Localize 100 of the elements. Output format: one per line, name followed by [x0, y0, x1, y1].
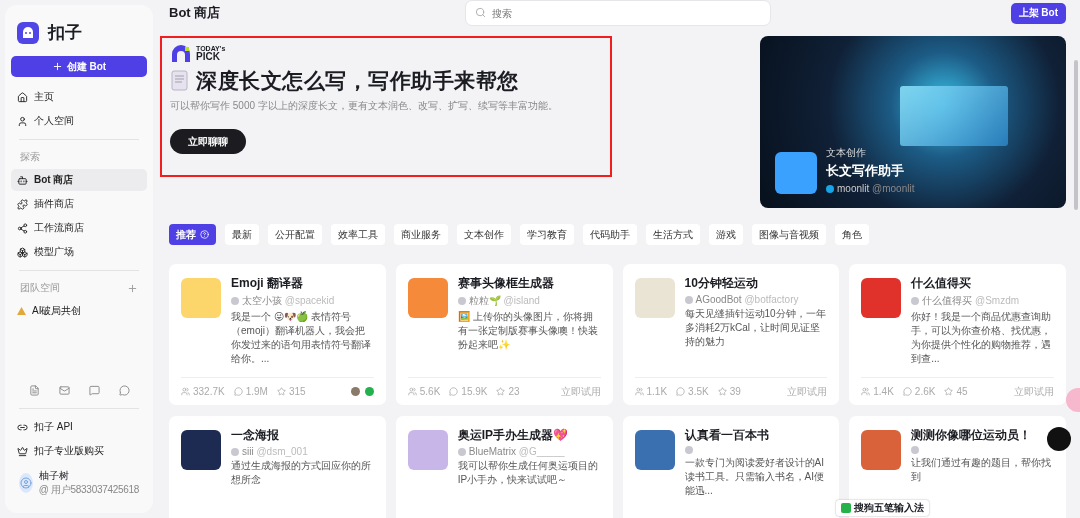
bot-description: 你好！我是一个商品优惠查询助手，可以为你查价格、找优惠，为你提供个性化的购物推荐，遇到查...: [911, 310, 1053, 366]
bot-card[interactable]: 什么值得买 什么值得买 @Smzdm 你好！我是一个商品优惠查询助手，可以为你查价格、找优惠，为你提供个性化的购物推荐，遇到查... 1.4K 2.6K 45 立即试用: [849, 264, 1066, 405]
nav-item[interactable]: 工作流商店: [11, 217, 147, 239]
bot-title: Emoji 翻译器: [231, 275, 304, 292]
bot-title: 奥运IP手办生成器💖: [457, 427, 570, 444]
hero-description: 可以帮你写作 5000 字以上的深度长文，更有文本润色、改写、扩写、续写等丰富功能。: [170, 99, 559, 113]
sidebar-link[interactable]: 扣子 API: [11, 416, 147, 438]
logo-icon: [17, 21, 39, 44]
bot-card[interactable]: 赛事头像框生成器 粒粒🌱 @island 🖼 上传你的头像图片，你将拥有一张定制版赛事头像噢！快装扮起来吧✨ 5.6K 15.9K 23 立即试用: [395, 264, 613, 405]
category-tab[interactable]: 角色: [835, 224, 869, 245]
users-icon: [861, 387, 871, 396]
author-avatar-icon: [911, 446, 920, 454]
message-icon[interactable]: [118, 385, 130, 396]
chats-count: 2.6K: [914, 386, 936, 397]
bot-author: 粒粒🌱 @island: [468, 294, 540, 308]
bot-description: 让我们通过有趣的题目，帮你找到: [911, 456, 1053, 484]
bot-card[interactable]: Emoji 翻译器 太空小孩 @spacekid 我是一个 😜🐶🍏 表情符号（emoji）翻译机器人，我会把你发过来的语句用表情符号翻译给你。... 332.7K 1.9M 315: [169, 264, 386, 405]
user-name: 柚子树: [38, 469, 70, 483]
users-count: 5.6K: [419, 386, 441, 397]
author-avatar-icon: [911, 297, 920, 305]
users-icon: [634, 387, 644, 396]
user-icon: [17, 115, 28, 127]
category-tab[interactable]: 生活方式: [646, 224, 700, 245]
author-avatar-icon: [457, 297, 466, 305]
bot-title: 10分钟轻运动: [684, 275, 759, 292]
nav-item[interactable]: 个人空间: [11, 110, 147, 132]
category-tab[interactable]: 文本创作: [457, 224, 511, 245]
bot-card[interactable]: 10分钟轻运动 AGoodBot @botfactory 每天见缝插针运动10分钟，一年多消耗2万kCal，让时间见证坚持的魅力 1.1K 3.5K 39 立即试用: [622, 264, 840, 405]
badge-title: PICK: [196, 52, 220, 62]
author-avatar-icon: [684, 446, 693, 454]
star-icon: [496, 387, 506, 396]
chat-app-icon: [364, 387, 374, 396]
floating-tab[interactable]: [1066, 388, 1080, 412]
users-count: 1.1K: [646, 386, 668, 397]
author-avatar-icon: [457, 447, 466, 456]
bot-title: 什么值得买: [911, 275, 973, 292]
category-tab[interactable]: 效率工具: [331, 224, 385, 245]
help-icon: [200, 230, 209, 239]
add-icon[interactable]: [127, 282, 138, 294]
category-tab[interactable]: 公开配置: [268, 224, 322, 245]
create-bot-button[interactable]: 创建 Bot: [11, 56, 147, 77]
bot-card[interactable]: 奥运IP手办生成器💖 BlueMatrix @G_____ 我可以帮你生成任何奥运项目的IP小手办，快来试试吧～: [395, 416, 613, 518]
search-field[interactable]: 搜索: [464, 0, 771, 26]
bot-card[interactable]: 认真看一百本书 一款专门为阅读爱好者设计的AI读书工具。只需输入书名，AI便能迅...: [622, 416, 840, 518]
featured-author: moonlit @moonlit: [837, 183, 915, 194]
nav-item[interactable]: Bot 商店: [11, 169, 147, 191]
ime-toolbar[interactable]: 搜狗五笔输入法: [836, 500, 929, 516]
floating-button[interactable]: [1047, 427, 1071, 451]
favorites-count: 23: [508, 386, 520, 397]
nav-item[interactable]: 模型广场: [11, 241, 147, 263]
hero-headline: 深度长文怎么写，写作助手来帮您: [196, 68, 519, 94]
user-avatar-icon: [350, 387, 360, 396]
chat-now-button[interactable]: 立即聊聊: [170, 129, 246, 154]
home-icon: [17, 91, 28, 103]
scrollbar[interactable]: [1074, 60, 1078, 210]
category-tab[interactable]: 代码助手: [583, 224, 637, 245]
bot-title: 认真看一百本书: [684, 427, 770, 444]
featured-bot-banner[interactable]: 文本创作 长文写作助手 moonlit @moonlit: [760, 36, 1066, 208]
nav-item[interactable]: 插件商店: [11, 193, 147, 215]
document-icon[interactable]: [28, 385, 40, 396]
nodes-icon: [17, 222, 28, 234]
bot-author: AGoodBot @botfactory: [695, 294, 799, 305]
nav-item[interactable]: 主页: [11, 86, 147, 108]
category-tab[interactable]: 商业服务: [394, 224, 448, 245]
chat-icon: [233, 387, 243, 396]
sidebar-link[interactable]: 扣子专业版购买: [11, 440, 147, 462]
category-tab[interactable]: 游戏: [709, 224, 743, 245]
author-avatar-icon: [826, 184, 834, 193]
author-avatar-icon: [684, 295, 693, 304]
chat-icon: [676, 387, 686, 396]
ime-label: 搜狗五笔输入法: [854, 501, 924, 515]
ime-logo-icon: [841, 503, 851, 513]
favorites-count: 315: [288, 386, 306, 397]
chats-count: 1.9M: [245, 386, 268, 397]
author-avatar-icon: [231, 297, 239, 305]
chat-icon: [902, 387, 912, 396]
bot-card[interactable]: 一念海报 siii @dsm_001 通过生成海报的方式回应你的所想所念: [169, 416, 386, 518]
user-id: @ 用户5833037425618: [38, 483, 139, 497]
favorites-count: 39: [729, 386, 741, 397]
category-tab[interactable]: 推荐: [169, 224, 216, 245]
users-icon: [407, 387, 417, 396]
bot-title: 测测你像哪位运动员！: [911, 427, 1033, 444]
star-icon: [944, 387, 954, 396]
category-tab[interactable]: 学习教育: [520, 224, 574, 245]
bot-description: 每天见缝插针运动10分钟，一年多消耗2万kCal，让时间见证坚持的魅力: [684, 307, 827, 349]
bot-author: BlueMatrix @G_____: [468, 446, 565, 457]
bot-icon: [17, 174, 28, 186]
chat-icon[interactable]: [88, 385, 100, 396]
category-tab[interactable]: 图像与音视频: [752, 224, 826, 245]
featured-name: 长文写作助手: [826, 163, 905, 180]
bot-author: 太空小孩 @spacekid: [242, 294, 335, 308]
bot-title: 一念海报: [231, 427, 280, 444]
mail-icon[interactable]: [58, 385, 70, 396]
publish-bot-button[interactable]: 上架 Bot: [1010, 2, 1066, 24]
logo-text: 扣子: [48, 22, 82, 44]
favorites-count: 45: [956, 386, 968, 397]
category-tab[interactable]: 最新: [225, 224, 259, 245]
bot-author: 什么值得买 @Smzdm: [922, 294, 1020, 308]
nav-item[interactable]: AI破局共创: [11, 300, 147, 322]
bot-description: 我是一个 😜🐶🍏 表情符号（emoji）翻译机器人，我会把你发过来的语句用表情符号翻译给你。...: [231, 310, 372, 366]
